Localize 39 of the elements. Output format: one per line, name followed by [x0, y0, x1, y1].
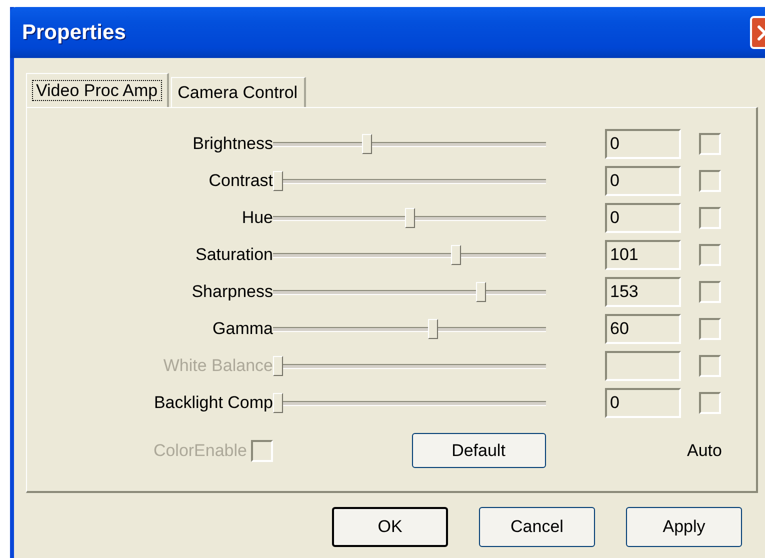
value-field[interactable] — [605, 351, 681, 381]
slider-thumb[interactable] — [362, 134, 372, 154]
slider-thumb[interactable] — [476, 282, 486, 302]
setting-label: White Balance — [163, 356, 273, 376]
setting-label: Hue — [242, 208, 273, 228]
tab[interactable]: Video Proc Amp — [26, 73, 169, 107]
auto-checkbox[interactable] — [699, 318, 721, 340]
value-field[interactable]: 0 — [605, 129, 681, 159]
slider-thumb[interactable] — [450, 245, 461, 265]
auto-label: Auto — [687, 440, 721, 460]
window-title: Properties — [22, 20, 127, 44]
setting-label: Sharpness — [192, 282, 273, 302]
slider-thumb[interactable] — [428, 319, 438, 339]
color-enable-label: ColorEnable — [153, 440, 247, 460]
setting-label: Saturation — [196, 245, 273, 265]
auto-checkbox[interactable] — [699, 170, 721, 192]
value-field[interactable]: 0 — [605, 203, 681, 233]
auto-checkbox[interactable] — [699, 244, 721, 266]
auto-checkbox[interactable] — [699, 392, 721, 414]
value-field[interactable]: 153 — [605, 277, 681, 307]
dialog-button[interactable]: Cancel — [479, 507, 595, 547]
setting-label: Contrast — [208, 171, 273, 191]
auto-checkbox[interactable] — [699, 207, 721, 229]
auto-checkbox[interactable] — [699, 281, 721, 303]
setting-label: Brightness — [192, 134, 273, 154]
dialog-button[interactable]: OK — [332, 507, 448, 547]
value-field[interactable]: 0 — [605, 166, 681, 196]
value-field[interactable]: 0 — [605, 388, 681, 418]
slider-thumb[interactable] — [404, 208, 414, 228]
auto-checkbox[interactable] — [699, 133, 721, 155]
setting-label: Backlight Comp — [154, 393, 273, 413]
tab[interactable]: Camera Control — [170, 77, 306, 107]
slider-thumb[interactable] — [273, 171, 283, 191]
value-field[interactable]: 60 — [605, 314, 681, 344]
dialog-button[interactable]: Apply — [626, 507, 742, 547]
slider-thumb[interactable] — [273, 393, 283, 413]
setting-label: Gamma — [212, 319, 273, 339]
default-button[interactable]: Default — [412, 433, 546, 468]
value-field[interactable]: 101 — [605, 240, 681, 270]
